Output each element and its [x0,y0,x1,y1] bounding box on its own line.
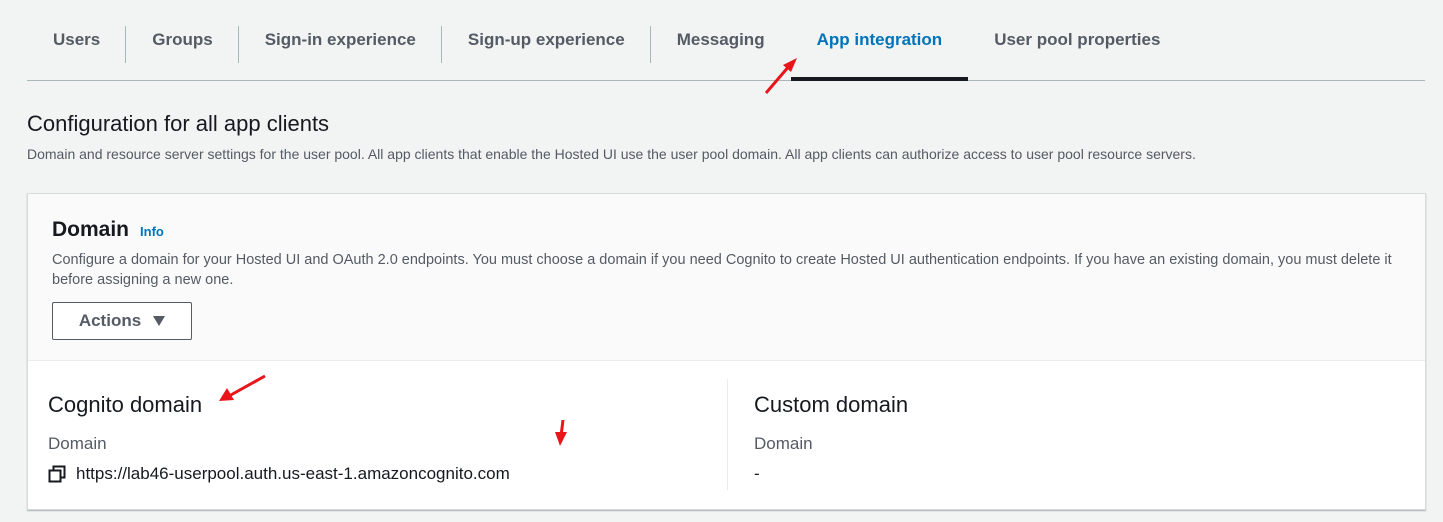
actions-label: Actions [78,311,142,330]
tab-messaging[interactable]: Messaging [651,0,791,80]
copy-icon[interactable] [48,465,66,483]
info-link[interactable]: Info [140,224,164,239]
tab-bar: Users Groups Sign-in experience Sign-up … [27,0,1425,81]
cognito-domain-url: https://lab46-userpool.auth.us-east-1.am… [76,464,510,483]
tab-user-pool-properties[interactable]: User pool properties [968,0,1186,80]
tab-label: Sign-up experience [467,30,625,49]
tab-label: User pool properties [994,30,1161,49]
domain-panel-body: Cognito domain Domain https://lab46-user… [28,361,1425,510]
tab-label: Users [53,30,101,49]
actions-dropdown-button[interactable]: Actions [52,302,192,340]
cognito-domain-column: Cognito domain Domain https://lab46-user… [48,361,728,491]
custom-domain-label: Domain [754,434,813,453]
tab-label: Groups [152,30,213,49]
domain-title-row: Domain Info [52,218,1401,242]
tab-users[interactable]: Users [27,0,127,80]
cognito-domain-label: Domain [48,434,107,453]
domain-panel-header: Domain Info Configure a domain for your … [28,194,1425,361]
section-title: Configuration for all app clients [27,111,330,136]
tab-sign-up-experience[interactable]: Sign-up experience [442,0,651,80]
domain-panel: Domain Info Configure a domain for your … [27,193,1426,510]
custom-domain-title: Custom domain [754,392,909,417]
tab-groups[interactable]: Groups [126,0,239,80]
tab-app-integration[interactable]: App integration [790,0,969,81]
tab-label: App integration [816,30,943,49]
tab-label: Sign-in experience [264,30,416,49]
tab-sign-in-experience[interactable]: Sign-in experience [239,0,442,80]
domain-panel-description: Configure a domain for your Hosted UI an… [52,252,1392,288]
domain-panel-title: Domain [52,218,130,241]
caret-down-icon [153,316,166,326]
cognito-domain-title: Cognito domain [48,392,203,417]
custom-domain-column: Custom domain Domain - [754,361,1414,491]
column-divider [727,379,728,490]
custom-domain-value: - [754,464,760,483]
section-description: Domain and resource server settings for … [27,146,1196,162]
cognito-domain-value-row: https://lab46-userpool.auth.us-east-1.am… [48,464,510,484]
tab-label: Messaging [676,30,765,49]
